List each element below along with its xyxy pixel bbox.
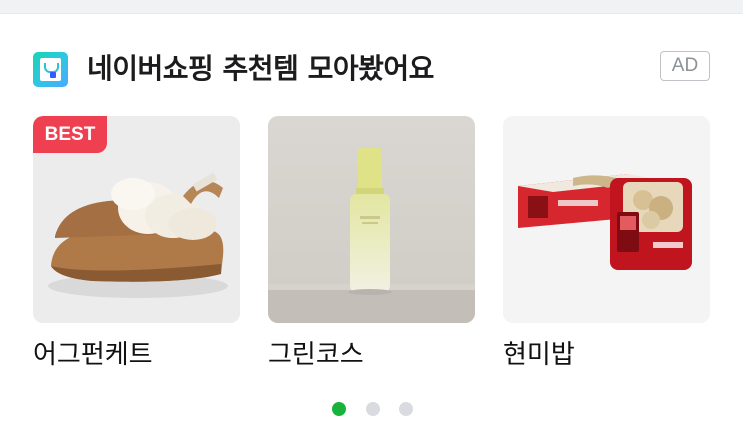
product-name[interactable]: 어그펀케트 — [33, 338, 153, 372]
product-card[interactable]: 현미밥 — [503, 116, 710, 370]
section-title: 네이버쇼핑 추천템 모아봤어요 — [87, 52, 434, 85]
product-name[interactable]: 현미밥 — [503, 338, 575, 372]
product-image[interactable] — [503, 116, 710, 323]
top-divider-bar — [0, 0, 743, 14]
skincare-bottle-image — [268, 116, 475, 323]
product-image[interactable]: BEST — [33, 116, 240, 323]
product-card[interactable]: BEST 어그펀케트 — [33, 116, 240, 370]
rice-package-image — [503, 116, 710, 323]
product-image[interactable] — [268, 116, 475, 323]
page-dot[interactable] — [399, 402, 413, 416]
best-badge: BEST — [33, 116, 107, 153]
section-header: 네이버쇼핑 추천템 모아봤어요 AD — [33, 50, 710, 88]
product-card[interactable]: 그린코스 — [268, 116, 475, 370]
page-dot-active[interactable] — [332, 402, 346, 416]
naver-shopping-bag-icon — [33, 52, 68, 87]
page-dot[interactable] — [366, 402, 380, 416]
ad-badge[interactable]: AD — [660, 51, 710, 81]
product-name[interactable]: 그린코스 — [268, 338, 364, 372]
